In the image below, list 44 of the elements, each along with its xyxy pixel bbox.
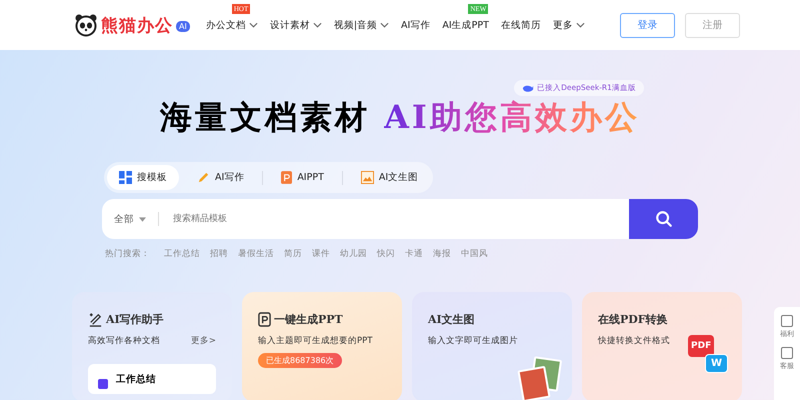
- logo-text[interactable]: 熊猫办公: [101, 14, 173, 36]
- template-item[interactable]: 工作总结: [88, 364, 216, 394]
- hero-title: 海量文档素材: [160, 97, 370, 138]
- search-tab[interactable]: 搜模板: [107, 165, 179, 190]
- document-icon: [98, 379, 108, 389]
- pencil-icon: [197, 171, 210, 184]
- image-icon: [360, 171, 374, 184]
- search-tab[interactable]: AI文生图: [348, 165, 430, 190]
- category-dropdown[interactable]: 全部: [102, 212, 146, 226]
- template-item-title: 工作总结: [116, 372, 156, 386]
- search-icon: [654, 210, 672, 228]
- card-subtitle: 输入文字即可生成图片: [428, 335, 518, 347]
- card-title: AI写作助手: [106, 312, 164, 327]
- hot-search-label: 热门搜索：: [105, 248, 150, 260]
- card-title: 在线PDF转换: [598, 312, 668, 327]
- feature-card[interactable]: 在线PDF转换 快捷转换文件格式 PDF W: [582, 292, 742, 400]
- search-tab[interactable]: AIPPT: [269, 165, 336, 190]
- ppt-file-icon: [281, 171, 292, 184]
- nav-link[interactable]: AI生成PPT: [442, 18, 489, 32]
- card-subtitle: 高效写作各种文档: [88, 335, 160, 347]
- feature-card[interactable]: AI文生图 输入文字即可生成图片: [412, 292, 572, 400]
- login-button[interactable]: 登录: [620, 12, 675, 38]
- ppt-file-icon: [258, 312, 271, 327]
- usage-count-badge: 已生成8687386次: [258, 353, 342, 368]
- pen-icon: [88, 312, 103, 327]
- card-title: AI文生图: [428, 312, 475, 327]
- photo-stack-drawing: [520, 358, 560, 398]
- search-tab[interactable]: AI写作: [185, 165, 256, 190]
- caret-icon: [139, 216, 146, 222]
- ai-badge: AI: [176, 21, 190, 32]
- nav-link[interactable]: 办公文档: [206, 18, 246, 32]
- feature-card[interactable]: 一键生成PPT 输入主题即可生成想要的PPT 已生成8687386次: [242, 292, 402, 400]
- nav-link[interactable]: 更多: [552, 18, 573, 32]
- card-subtitle: 输入主题即可生成想要的PPT: [258, 335, 372, 347]
- search-button[interactable]: [629, 199, 698, 239]
- card-subtitle: 快捷转换文件格式: [598, 335, 670, 347]
- nav-link[interactable]: 在线简历: [500, 18, 541, 32]
- nav-link[interactable]: 设计素材: [270, 18, 310, 32]
- grid-icon: [119, 171, 132, 184]
- nav-link[interactable]: 视频|音频: [334, 18, 378, 32]
- card-title: 一键生成PPT: [274, 312, 343, 327]
- panda-logo-icon: [74, 13, 98, 37]
- nav-link[interactable]: AI写作: [401, 18, 430, 32]
- more-link[interactable]: 更多>: [190, 335, 216, 347]
